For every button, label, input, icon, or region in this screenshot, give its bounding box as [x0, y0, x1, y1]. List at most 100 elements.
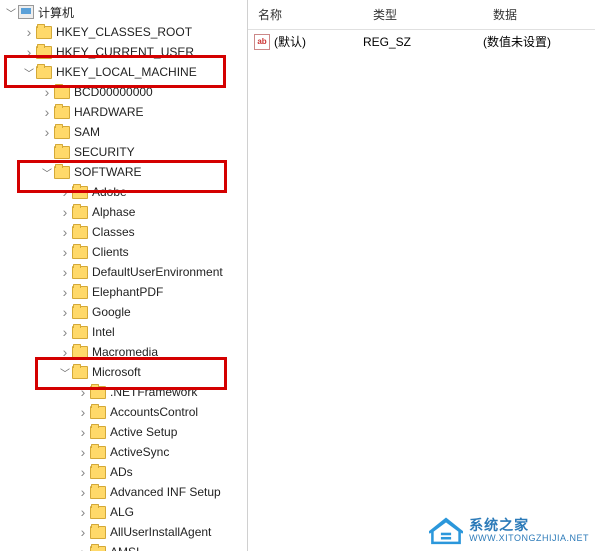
- tree-item-label: ALG: [110, 505, 134, 519]
- tree-item[interactable]: › ActiveSync: [0, 442, 247, 462]
- folder-icon: [90, 386, 106, 399]
- tree-item[interactable]: ›Adobe: [0, 182, 247, 202]
- tree-panel: ﹀计算机›HKEY_CLASSES_ROOT › HKEY_CURRENT_USER…: [0, 0, 248, 551]
- chevron-right-icon[interactable]: ›: [40, 104, 54, 120]
- folder-icon: [36, 46, 52, 59]
- folder-icon: [72, 186, 88, 199]
- tree-item[interactable]: › HKEY_CURRENT_USER: [0, 42, 247, 62]
- tree-item-label: Alphase: [92, 205, 135, 219]
- list-row[interactable]: ab(默认)REG_SZ(数值未设置): [248, 30, 595, 53]
- column-header-data[interactable]: 数据: [483, 4, 595, 25]
- chevron-right-icon[interactable]: ›: [76, 524, 90, 540]
- chevron-down-icon[interactable]: ﹀: [40, 165, 54, 180]
- chevron-right-icon[interactable]: ›: [76, 424, 90, 440]
- tree-item[interactable]: ﹀ HKEY_LOCAL_MACHINE: [0, 62, 247, 82]
- tree-item-label: HARDWARE: [74, 105, 144, 119]
- chevron-right-icon[interactable]: ›: [76, 544, 90, 551]
- tree-item[interactable]: › Alphase: [0, 202, 247, 222]
- tree-item[interactable]: ›HKEY_CLASSES_ROOT: [0, 22, 247, 42]
- tree-item[interactable]: ﹀ SOFTWARE: [0, 162, 247, 182]
- folder-icon: [54, 106, 70, 119]
- tree-item[interactable]: ﹀ Microsoft: [0, 362, 247, 382]
- tree-item-label: SECURITY: [74, 145, 135, 159]
- chevron-down-icon[interactable]: ﹀: [4, 5, 18, 20]
- tree-item[interactable]: › DefaultUserEnvironment: [0, 262, 247, 282]
- chevron-right-icon[interactable]: ›: [40, 124, 54, 140]
- tree-item-label: AMSI: [110, 545, 139, 551]
- tree-item-label: SOFTWARE: [74, 165, 142, 179]
- folder-icon: [90, 406, 106, 419]
- tree-item[interactable]: › HARDWARE: [0, 102, 247, 122]
- list-header: 名称 类型 数据: [248, 0, 595, 30]
- tree-item-label: BCD00000000: [74, 85, 153, 99]
- folder-icon: [90, 446, 106, 459]
- watermark-text: 系统之家 WWW.XITONGZHIJIA.NET: [469, 518, 589, 543]
- tree-item[interactable]: ›Intel: [0, 322, 247, 342]
- tree-item-label: ActiveSync: [110, 445, 169, 459]
- folder-icon: [72, 266, 88, 279]
- tree-item[interactable]: › Classes: [0, 222, 247, 242]
- list-panel: 名称 类型 数据 ab(默认)REG_SZ(数值未设置): [248, 0, 595, 551]
- tree-item[interactable]: ›Active Setup: [0, 422, 247, 442]
- tree-item[interactable]: › ADs: [0, 462, 247, 482]
- chevron-right-icon[interactable]: ›: [22, 44, 36, 60]
- tree-item-label: Clients: [92, 245, 129, 259]
- chevron-right-icon[interactable]: ›: [58, 284, 72, 300]
- tree-item[interactable]: ›AllUserInstallAgent: [0, 522, 247, 542]
- tree-item[interactable]: ›Advanced INF Setup: [0, 482, 247, 502]
- chevron-right-icon[interactable]: ›: [58, 264, 72, 280]
- chevron-right-icon[interactable]: ›: [76, 464, 90, 480]
- tree-item[interactable]: › Google: [0, 302, 247, 322]
- chevron-right-icon[interactable]: ›: [76, 504, 90, 520]
- tree-item[interactable]: ﹀计算机: [0, 2, 247, 22]
- chevron-right-icon[interactable]: ›: [58, 324, 72, 340]
- chevron-right-icon[interactable]: ›: [40, 84, 54, 100]
- chevron-down-icon[interactable]: ﹀: [58, 365, 72, 380]
- tree-item-label: DefaultUserEnvironment: [92, 265, 223, 279]
- tree-item[interactable]: › Clients: [0, 242, 247, 262]
- chevron-right-icon[interactable]: ›: [58, 244, 72, 260]
- tree-item-label: AccountsControl: [110, 405, 198, 419]
- tree-item[interactable]: › AMSI: [0, 542, 247, 551]
- chevron-right-icon[interactable]: ›: [76, 404, 90, 420]
- tree-item[interactable]: › BCD00000000: [0, 82, 247, 102]
- tree-item-label: Classes: [92, 225, 135, 239]
- folder-icon: [54, 146, 70, 159]
- folder-icon: [54, 126, 70, 139]
- tree-item-label: Microsoft: [92, 365, 141, 379]
- chevron-right-icon[interactable]: ›: [58, 204, 72, 220]
- tree-item[interactable]: ›SAM: [0, 122, 247, 142]
- folder-icon: [72, 346, 88, 359]
- tree-item-label: Google: [92, 305, 131, 319]
- tree-item[interactable]: SECURITY: [0, 142, 247, 162]
- tree-item-label: ElephantPDF: [92, 285, 163, 299]
- chevron-down-icon[interactable]: ﹀: [22, 65, 36, 80]
- chevron-right-icon[interactable]: ›: [58, 344, 72, 360]
- tree-item-label: .NETFramework: [110, 385, 197, 399]
- chevron-right-icon[interactable]: ›: [58, 224, 72, 240]
- tree-item[interactable]: › Macromedia: [0, 342, 247, 362]
- folder-icon: [90, 526, 106, 539]
- tree-item-label: Macromedia: [92, 345, 158, 359]
- tree-item[interactable]: › AccountsControl: [0, 402, 247, 422]
- tree-item[interactable]: › .NETFramework: [0, 382, 247, 402]
- column-header-name[interactable]: 名称: [248, 4, 363, 25]
- chevron-right-icon[interactable]: ›: [58, 304, 72, 320]
- string-value-icon: ab: [254, 34, 270, 50]
- tree-item-label: HKEY_CURRENT_USER: [56, 45, 194, 59]
- column-header-type[interactable]: 类型: [363, 4, 483, 25]
- folder-icon: [90, 546, 106, 551]
- chevron-right-icon[interactable]: ›: [76, 484, 90, 500]
- chevron-right-icon[interactable]: ›: [76, 444, 90, 460]
- folder-icon: [36, 26, 52, 39]
- value-type: REG_SZ: [363, 35, 483, 49]
- folder-icon: [72, 326, 88, 339]
- value-data: (数值未设置): [483, 33, 595, 50]
- chevron-right-icon[interactable]: ›: [76, 384, 90, 400]
- tree-item-label: HKEY_LOCAL_MACHINE: [56, 65, 197, 79]
- tree-item[interactable]: › ALG: [0, 502, 247, 522]
- chevron-right-icon[interactable]: ›: [22, 24, 36, 40]
- tree-item[interactable]: › ElephantPDF: [0, 282, 247, 302]
- tree-item-label: ADs: [110, 465, 133, 479]
- chevron-right-icon[interactable]: ›: [58, 184, 72, 200]
